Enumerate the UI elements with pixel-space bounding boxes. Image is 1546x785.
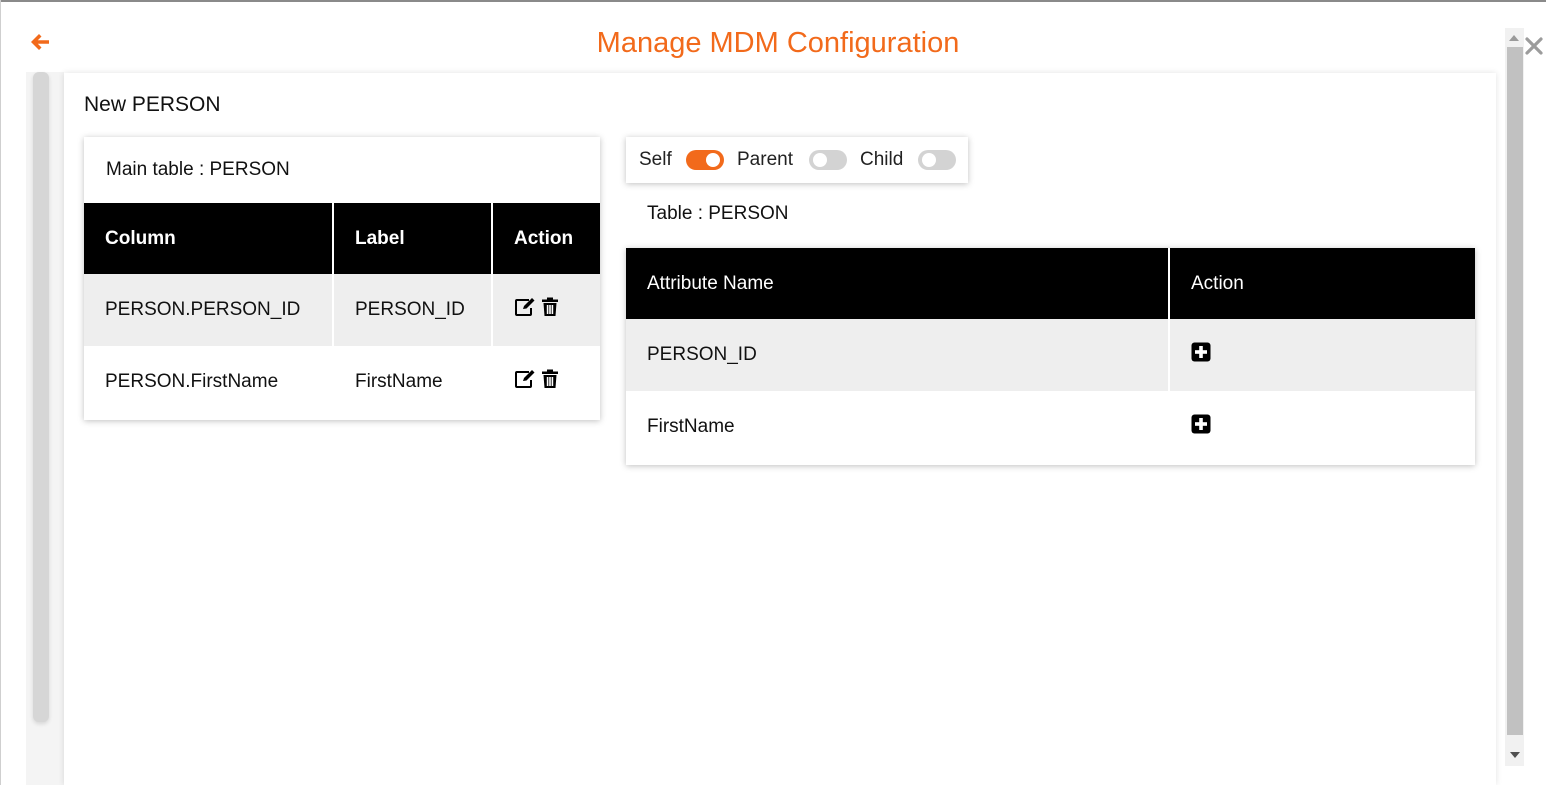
toggle-self[interactable] [686,150,724,170]
toggle-label-self: Self [639,149,672,170]
card-title: New PERSON [84,93,221,116]
attribute-table: Attribute Name Action PERSON_ID FirstNam… [626,248,1475,463]
column-cell: PERSON.FirstName [84,346,334,418]
attribute-name-header: Attribute Name [626,248,1170,319]
edit-icon[interactable] [514,369,536,395]
action-cell [493,346,600,418]
action-cell [1170,319,1475,391]
trash-icon[interactable] [541,297,559,323]
action-header: Action [1170,248,1475,319]
trash-icon[interactable] [541,369,559,395]
window-left-border [0,0,1,785]
toggle-label-parent: Parent [737,149,793,170]
attribute-table-label: Table : PERSON [647,203,789,224]
toggle-child[interactable] [918,150,956,170]
table-header-row: Attribute Name Action [626,248,1475,319]
scrollbar-thumb[interactable] [1507,47,1523,735]
label-header: Label [334,203,493,274]
table-row: PERSON.FirstName FirstName [84,346,600,418]
action-header: Action [493,203,600,274]
table-row: PERSON.PERSON_ID PERSON_ID [84,274,600,346]
plus-square-icon[interactable] [1191,342,1211,368]
attribute-name-cell: PERSON_ID [626,319,1170,391]
scroll-down-arrow-icon[interactable] [1510,752,1520,758]
table-row: FirstName [626,391,1475,463]
column-cell: PERSON.PERSON_ID [84,274,334,346]
table-header-row: Column Label Action [84,203,600,274]
attribute-table-panel: Attribute Name Action PERSON_ID FirstNam… [626,248,1475,465]
left-panel-handle[interactable] [33,72,49,722]
main-table-label: Main table : PERSON [106,159,290,180]
attribute-name-cell: FirstName [626,391,1170,463]
action-cell [493,274,600,346]
plus-square-icon[interactable] [1191,414,1211,440]
page-title: Manage MDM Configuration [596,27,960,59]
toggle-label-child: Child [860,149,904,170]
close-icon[interactable] [1523,35,1545,57]
window-top-border [0,0,1546,2]
scroll-up-arrow-icon[interactable] [1509,35,1519,41]
column-header: Column [84,203,334,274]
relation-toggle-bar: Self Parent Child [626,137,968,183]
toggle-parent[interactable] [809,150,847,170]
action-cell [1170,391,1475,463]
label-cell: FirstName [334,346,493,418]
table-row: PERSON_ID [626,319,1475,391]
main-table-panel: Main table : PERSON Column Label Action … [84,137,600,420]
label-cell: PERSON_ID [334,274,493,346]
main-table: Column Label Action PERSON.PERSON_ID PER… [84,203,600,418]
edit-icon[interactable] [514,297,536,323]
